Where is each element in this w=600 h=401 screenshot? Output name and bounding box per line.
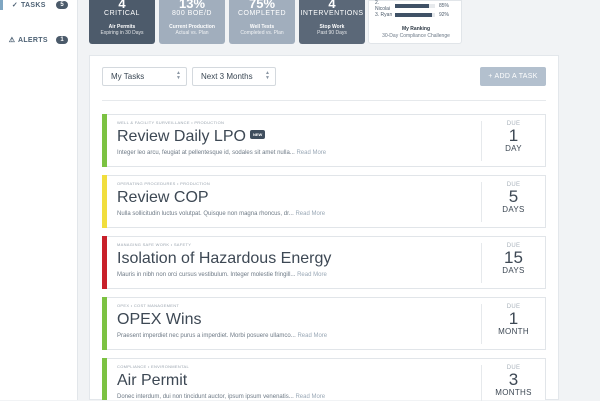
ranking-bar	[395, 4, 435, 8]
stat-value: 13%	[178, 0, 206, 9]
stat-detail: Completed vs. Plan	[240, 30, 284, 36]
task-description: Mauris in nibh non orci cursus vestibulu…	[117, 272, 327, 278]
stat-tile-interventions[interactable]: 4 INTERVENTIONS Stop Work Past 90 Days	[299, 0, 365, 44]
task-description-text: Integer leo arcu, feugiat at pellentesqu…	[117, 150, 295, 156]
due-block: DUE 1 MONTH	[481, 304, 545, 344]
ranking-title: My Ranking	[401, 26, 431, 32]
stat-value: 4	[328, 0, 336, 9]
task-description-text: Mauris in nibh non orci cursus vestibulu…	[117, 272, 296, 278]
task-category: WELL & FACILITY SURVEILLANCE • PRODUCTIO…	[117, 120, 225, 125]
read-more-link[interactable]: Read More	[296, 150, 326, 156]
due-block: DUE 5 DAYS	[481, 182, 545, 222]
read-more-link[interactable]: Read More	[295, 211, 325, 217]
ranking-bar	[395, 13, 435, 17]
ranking-bar-fill	[395, 4, 429, 8]
sidebar-item-alerts[interactable]: ⚠ ALERTS 1	[0, 32, 78, 48]
task-card[interactable]: COMPLIANCE • ENVIRONMENTAL Air Permit Do…	[102, 358, 546, 401]
task-card[interactable]: OPERATING PROCEDURES • PRODUCTION Review…	[102, 175, 546, 228]
stat-detail: Expiring in 30 Days	[100, 30, 144, 36]
sidebar-item-label: TASKS	[21, 1, 46, 9]
ranking-row: 2. Nicolai 85%	[375, 0, 459, 12]
warning-icon: ⚠	[8, 37, 16, 44]
due-block: DUE 3 MONTHS	[481, 365, 545, 401]
due-unit: DAYS	[502, 266, 525, 275]
task-title: Air Permit	[117, 372, 188, 389]
tasks-filter-value: My Tasks	[111, 72, 145, 81]
alerts-count-badge: 1	[56, 36, 68, 44]
stat-value: 4	[118, 0, 126, 9]
task-card[interactable]: WELL & FACILITY SURVEILLANCE • PRODUCTIO…	[102, 114, 546, 167]
task-title: OPEX Wins	[117, 311, 202, 328]
priority-stripe	[102, 297, 107, 350]
task-card[interactable]: MANAGING SAFE WORK • SAFETY Isolation of…	[102, 236, 546, 289]
due-number: 3	[508, 370, 519, 389]
task-category: OPERATING PROCEDURES • PRODUCTION	[117, 181, 211, 186]
task-card[interactable]: OPEX • COST MANAGEMENT OPEX Wins Praesen…	[102, 297, 546, 350]
task-description: Praesent imperdiet nec purus a imperdiet…	[117, 333, 327, 339]
due-unit: MONTHS	[495, 388, 532, 397]
divider	[102, 100, 546, 101]
add-task-button[interactable]: + ADD A TASK	[480, 67, 546, 86]
ranking-subtitle: 30-Day Compliance Challenge	[382, 33, 450, 39]
priority-stripe	[102, 114, 107, 167]
task-title-text: Review Daily LPO	[117, 128, 246, 145]
task-category: MANAGING SAFE WORK • SAFETY	[117, 242, 192, 247]
check-icon: ✓	[11, 2, 19, 9]
task-description-text: Praesent imperdiet nec purus a imperdiet…	[117, 333, 296, 339]
task-description: Integer leo arcu, feugiat at pellentesqu…	[117, 150, 326, 156]
sidebar: ✓ TASKS 5 ⚠ ALERTS 1	[0, 0, 78, 400]
sidebar-item-tasks[interactable]: ✓ TASKS 5	[0, 0, 78, 10]
due-unit: DAY	[505, 144, 522, 153]
due-number: 15	[504, 248, 523, 267]
task-description-text: Donec interdum, dui non tincidunt auctor…	[117, 394, 294, 400]
ranking-bar-fill	[395, 13, 432, 17]
stat-caption: CRITICAL	[104, 10, 140, 17]
tasks-filter-select[interactable]: My Tasks ▲ ▼	[102, 67, 187, 86]
stat-detail: Actual vs. Plan	[175, 30, 209, 36]
task-category: COMPLIANCE • ENVIRONMENTAL	[117, 364, 190, 369]
read-more-link[interactable]: Read More	[295, 394, 325, 400]
sidebar-item-label: ALERTS	[18, 36, 48, 44]
task-description-text: Nulla sollicitudin luctus volutpat. Quis…	[117, 211, 294, 217]
priority-stripe	[102, 358, 107, 400]
chevron-updown-icon: ▲ ▼	[176, 70, 181, 81]
stat-detail: Past 90 Days	[317, 30, 347, 36]
range-filter-value: Next 3 Months	[201, 72, 253, 81]
task-title: Review COP	[117, 189, 209, 206]
due-number: 1	[508, 309, 519, 328]
range-filter-select[interactable]: Next 3 Months ▲ ▼	[192, 67, 276, 86]
ranking-name: 3. Ryan	[375, 12, 393, 18]
ranking-percent: 85%	[439, 3, 450, 9]
ranking-card[interactable]: 2. Nicolai 85% 3. Ryan 92% My Ranking 30…	[368, 0, 462, 44]
stat-tile-completed[interactable]: 75% COMPLETED Well Tests Completed vs. P…	[229, 0, 295, 44]
priority-stripe	[102, 236, 107, 289]
stat-value: 75%	[248, 0, 276, 9]
stat-caption: 800 BOE/D	[172, 10, 212, 17]
new-badge: NEW	[249, 130, 266, 140]
task-description: Donec interdum, dui non tincidunt auctor…	[117, 394, 325, 400]
due-unit: DAYS	[502, 205, 525, 214]
due-block: DUE 15 DAYS	[481, 243, 545, 283]
task-description: Nulla sollicitudin luctus volutpat. Quis…	[117, 211, 325, 217]
ranking-percent: 92%	[439, 12, 450, 18]
task-category: OPEX • COST MANAGEMENT	[117, 303, 180, 308]
ranking-name: 2. Nicolai	[375, 0, 391, 12]
due-unit: MONTH	[498, 327, 529, 336]
stat-caption: INTERVENTIONS	[300, 10, 364, 17]
due-number: 5	[508, 187, 519, 206]
due-number: 1	[508, 126, 519, 145]
task-title: Review Daily LPO NEW	[117, 128, 266, 146]
tasks-count-badge: 5	[56, 1, 68, 9]
priority-stripe	[102, 175, 107, 228]
read-more-link[interactable]: Read More	[297, 272, 327, 278]
chevron-updown-icon: ▲ ▼	[265, 70, 270, 81]
stat-tile-production[interactable]: 13% 800 BOE/D Current Production Actual …	[159, 0, 225, 44]
ranking-row: 3. Ryan 92%	[375, 12, 459, 18]
task-title: Isolation of Hazardous Energy	[117, 250, 332, 267]
due-block: DUE 1 DAY	[481, 121, 545, 161]
read-more-link[interactable]: Read More	[297, 333, 327, 339]
stat-tile-critical[interactable]: 4 CRITICAL Air Permits Expiring in 30 Da…	[89, 0, 155, 44]
stat-caption: COMPLETED	[237, 10, 287, 17]
